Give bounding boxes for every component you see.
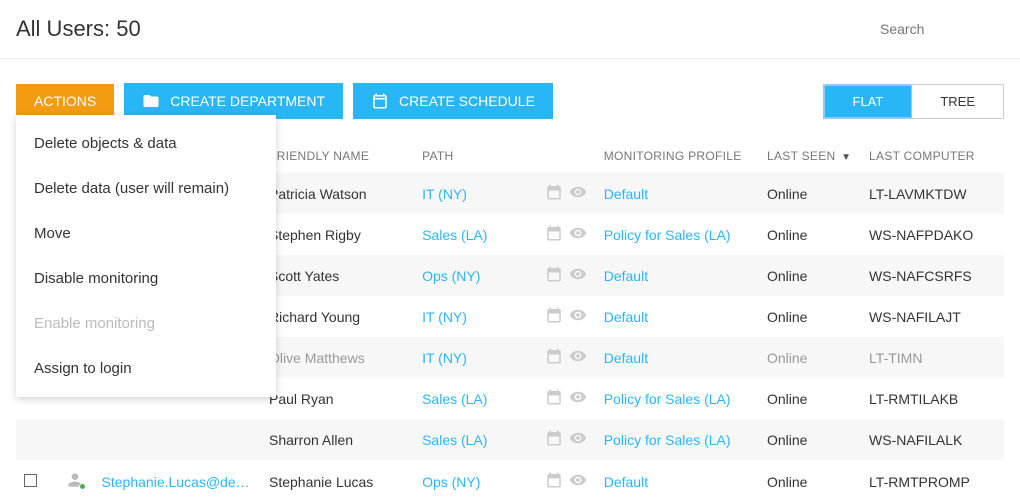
friendly-name: Stephen Rigby <box>261 214 414 255</box>
profile-link[interactable]: Default <box>604 186 648 202</box>
profile-link[interactable]: Policy for Sales (LA) <box>604 432 731 448</box>
profile-link[interactable]: Default <box>604 268 648 284</box>
table-row[interactable]: Stephanie.Lucas@de… Stephanie Lucas Ops (N… <box>16 460 1004 503</box>
user-icon <box>65 470 85 490</box>
actions-menu-item: Enable monitoring <box>16 301 276 346</box>
schedule-icon[interactable] <box>545 429 563 450</box>
profile-link[interactable]: Default <box>604 350 648 366</box>
path-link[interactable]: Ops (NY) <box>422 268 480 284</box>
col-lastseen[interactable]: LAST SEEN ▼ <box>759 139 861 173</box>
last-seen: Online <box>759 337 861 378</box>
calendar-icon <box>371 92 389 110</box>
page-title: All Users: 50 <box>16 16 141 42</box>
friendly-name: Richard Young <box>261 296 414 337</box>
path-link[interactable]: Sales (LA) <box>422 432 487 448</box>
view-flat-button[interactable]: FLAT <box>823 84 914 119</box>
friendly-name: Paul Ryan <box>261 378 414 419</box>
view-tree-button[interactable]: TREE <box>912 85 1003 118</box>
schedule-icon[interactable] <box>545 183 563 204</box>
friendly-name: Sharron Allen <box>261 419 414 460</box>
last-seen: Online <box>759 255 861 296</box>
actions-button[interactable]: ACTIONS <box>16 84 114 118</box>
actions-menu-item[interactable]: Delete objects & data <box>16 121 276 166</box>
col-path[interactable]: PATH <box>414 139 536 173</box>
col-lastcomp[interactable]: LAST COMPUTER <box>861 139 1004 173</box>
actions-label: ACTIONS <box>34 93 96 109</box>
toolbar: ACTIONS CREATE DEPARTMENT CREATE SCHEDUL… <box>16 83 1004 119</box>
path-link[interactable]: IT (NY) <box>422 186 467 202</box>
last-computer: LT-LAVMKTDW <box>861 173 1004 214</box>
actions-menu-item[interactable]: Move <box>16 211 276 256</box>
last-computer: LT-RMTPROMP <box>861 460 1004 503</box>
monitoring-icon[interactable] <box>569 347 587 368</box>
last-computer: WS-NAFILAJT <box>861 296 1004 337</box>
friendly-name: Scott Yates <box>261 255 414 296</box>
login-link[interactable]: Stephanie.Lucas@de… <box>102 474 250 490</box>
row-checkbox[interactable] <box>24 474 37 487</box>
monitoring-icon[interactable] <box>569 388 587 409</box>
last-computer: WS-NAFPDAKO <box>861 214 1004 255</box>
schedule-icon[interactable] <box>545 471 563 492</box>
actions-menu-item[interactable]: Disable monitoring <box>16 256 276 301</box>
profile-link[interactable]: Policy for Sales (LA) <box>604 391 731 407</box>
last-computer: LT-RMTILAKB <box>861 378 1004 419</box>
last-seen: Online <box>759 378 861 419</box>
monitoring-icon[interactable] <box>569 306 587 327</box>
last-seen: Online <box>759 214 861 255</box>
profile-link[interactable]: Default <box>604 309 648 325</box>
folder-icon <box>142 92 160 110</box>
header-bar: All Users: 50 <box>0 0 1020 59</box>
schedule-icon[interactable] <box>545 388 563 409</box>
friendly-name: Olive Matthews <box>261 337 414 378</box>
monitoring-icon[interactable] <box>569 429 587 450</box>
path-link[interactable]: Ops (NY) <box>422 474 480 490</box>
table-row[interactable]: Sharron Allen Sales (LA) Policy for Sales … <box>16 419 1004 460</box>
schedule-icon[interactable] <box>545 224 563 245</box>
monitoring-icon[interactable] <box>569 183 587 204</box>
actions-menu-item[interactable]: Assign to login <box>16 346 276 391</box>
last-seen: Online <box>759 296 861 337</box>
path-link[interactable]: Sales (LA) <box>422 391 487 407</box>
friendly-name: Stephanie Lucas <box>261 460 414 503</box>
view-toggle: FLAT TREE <box>823 84 1005 119</box>
path-link[interactable]: IT (NY) <box>422 350 467 366</box>
col-profile[interactable]: MONITORING PROFILE <box>596 139 759 173</box>
col-friendly[interactable]: FRIENDLY NAME <box>261 139 414 173</box>
friendly-name: Patricia Watson <box>261 173 414 214</box>
monitoring-icon[interactable] <box>569 224 587 245</box>
schedule-icon[interactable] <box>545 306 563 327</box>
monitoring-icon[interactable] <box>569 265 587 286</box>
last-seen: Online <box>759 173 861 214</box>
create-department-label: CREATE DEPARTMENT <box>170 93 325 109</box>
create-schedule-label: CREATE SCHEDULE <box>399 93 535 109</box>
search-input[interactable] <box>880 21 1000 37</box>
create-department-button[interactable]: CREATE DEPARTMENT <box>124 83 343 119</box>
path-link[interactable]: Sales (LA) <box>422 227 487 243</box>
sort-desc-icon: ▼ <box>841 152 851 163</box>
schedule-icon[interactable] <box>545 347 563 368</box>
profile-link[interactable]: Policy for Sales (LA) <box>604 227 731 243</box>
last-computer: WS-NAFILALK <box>861 419 1004 460</box>
last-seen: Online <box>759 419 861 460</box>
profile-link[interactable]: Default <box>604 474 648 490</box>
create-schedule-button[interactable]: CREATE SCHEDULE <box>353 83 553 119</box>
last-computer: LT-TIMN <box>861 337 1004 378</box>
monitoring-icon[interactable] <box>569 471 587 492</box>
actions-dropdown: Delete objects & dataDelete data (user w… <box>16 115 276 397</box>
actions-menu-item[interactable]: Delete data (user will remain) <box>16 166 276 211</box>
last-seen: Online <box>759 460 861 503</box>
last-computer: WS-NAFCSRFS <box>861 255 1004 296</box>
path-link[interactable]: IT (NY) <box>422 309 467 325</box>
schedule-icon[interactable] <box>545 265 563 286</box>
